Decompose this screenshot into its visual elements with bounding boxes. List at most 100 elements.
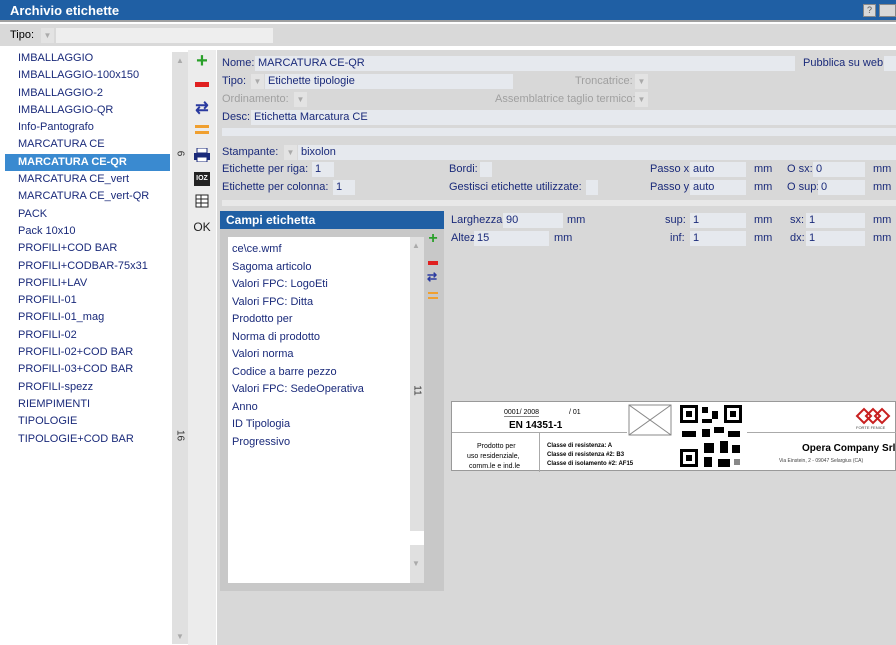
tipo-filter-input[interactable] bbox=[56, 28, 273, 43]
label-list: IMBALLAGGIO IMBALLAGGIO-100x150 IMBALLAGGI… bbox=[5, 50, 170, 448]
preview-prodotto-1: Prodotto per bbox=[477, 443, 516, 450]
preview-suffix: / 01 bbox=[569, 409, 581, 416]
list-item[interactable]: PROFILI+CODBAR-75x31 bbox=[5, 258, 170, 275]
scroll-down-arrow[interactable]: ▼ bbox=[173, 630, 187, 644]
list-item[interactable]: MARCATURA CE_vert-QR bbox=[5, 188, 170, 205]
print-icon[interactable] bbox=[193, 147, 211, 166]
list-item[interactable]: PROFILI-01_mag bbox=[5, 309, 170, 326]
list-item[interactable]: PROFILI-02+COD BAR bbox=[5, 344, 170, 361]
list-item[interactable]: PROFILI-01 bbox=[5, 292, 170, 309]
nome-field[interactable]: MARCATURA CE-QR bbox=[255, 56, 795, 71]
passo-x-field[interactable]: auto bbox=[690, 162, 746, 177]
ordinamento-dropdown-arrow[interactable]: ▼ bbox=[294, 92, 307, 107]
sx-unit: mm bbox=[873, 214, 892, 226]
campi-item[interactable]: Anno bbox=[232, 401, 258, 413]
campi-item[interactable]: Codice a barre pezzo bbox=[232, 366, 337, 378]
tipo-filter-dropdown-arrow[interactable]: ▼ bbox=[41, 28, 54, 43]
per-riga-field[interactable]: 1 bbox=[312, 162, 334, 177]
sagoma-image bbox=[628, 404, 672, 436]
zoom-icon[interactable]: IOZ bbox=[194, 172, 210, 186]
campi-item[interactable]: ce\ce.wmf bbox=[232, 243, 282, 255]
list-item[interactable]: Info-Pantografo bbox=[5, 119, 170, 136]
list-item[interactable]: MARCATURA CE-QR bbox=[5, 153, 170, 172]
list-item[interactable]: TIPOLOGIE+COD BAR bbox=[5, 431, 170, 448]
campi-add-icon[interactable]: + bbox=[426, 231, 440, 247]
altezza-unit: mm bbox=[554, 232, 573, 244]
list-item[interactable]: PROFILI-02 bbox=[5, 327, 170, 344]
troncatrice-dropdown-arrow[interactable]: ▼ bbox=[635, 74, 648, 89]
pubblica-checkbox[interactable] bbox=[884, 56, 896, 71]
list-item[interactable]: PROFILI+COD BAR bbox=[5, 240, 170, 257]
campi-scroll-down[interactable]: ▼ bbox=[412, 559, 420, 568]
per-colonna-field[interactable]: 1 bbox=[333, 180, 355, 195]
desc-field[interactable]: Etichetta Marcatura CE bbox=[251, 110, 896, 125]
window-title: Archivio etichette bbox=[10, 3, 120, 18]
campi-item[interactable]: Valori FPC: Ditta bbox=[232, 296, 313, 308]
list-scrollbar[interactable]: ▲ 6 16 ▼ bbox=[172, 52, 188, 644]
bordi-checkbox[interactable] bbox=[480, 162, 492, 177]
dx-field[interactable]: 1 bbox=[806, 231, 865, 246]
preview-classe-2: Classe di resistenza #2: B3 bbox=[547, 452, 625, 458]
list-item[interactable]: MARCATURA CE_vert bbox=[5, 171, 170, 188]
list-item[interactable]: IMBALLAGGIO-2 bbox=[5, 85, 170, 102]
list-item[interactable]: TIPOLOGIE bbox=[5, 413, 170, 430]
passo-y-label: Passo y: bbox=[650, 181, 693, 193]
campi-scroll-up[interactable]: ▲ bbox=[412, 241, 420, 250]
list-item[interactable]: IMBALLAGGIO-100x150 bbox=[5, 67, 170, 84]
list-item[interactable]: IMBALLAGGIO bbox=[5, 50, 170, 67]
campi-swap-icon[interactable]: ⇄ bbox=[427, 270, 437, 284]
campi-item[interactable]: Progressivo bbox=[232, 436, 290, 448]
inf-field[interactable]: 1 bbox=[690, 231, 746, 246]
list-item[interactable]: Pack 10x10 bbox=[5, 223, 170, 240]
ok-button[interactable]: OK bbox=[192, 220, 212, 236]
tipo-dropdown-arrow[interactable]: ▼ bbox=[251, 74, 264, 89]
sx-field[interactable]: 1 bbox=[806, 213, 865, 228]
list-item[interactable]: RIEMPIMENTI bbox=[5, 396, 170, 413]
campi-item[interactable]: Prodotto per bbox=[232, 313, 293, 325]
passo-y-field[interactable]: auto bbox=[690, 180, 746, 195]
larghezza-field[interactable]: 90 bbox=[503, 213, 563, 228]
campi-item[interactable]: Norma di prodotto bbox=[232, 331, 320, 343]
campi-scroll-thumb[interactable] bbox=[410, 531, 424, 545]
altezza-field[interactable]: 15 bbox=[474, 231, 549, 246]
preview-prodotto-2: uso residenziale, bbox=[467, 453, 520, 460]
osx-label: O sx: bbox=[787, 163, 813, 175]
campi-scrollbar[interactable]: ▲ 11 ▼ bbox=[410, 237, 424, 583]
sup-field[interactable]: 1 bbox=[690, 213, 746, 228]
add-icon[interactable]: + bbox=[193, 51, 211, 71]
label-preview: 0001/ 2008 / 01 EN 14351-1 Prodotto per … bbox=[451, 401, 896, 472]
help-button[interactable]: ? bbox=[863, 4, 876, 17]
remove-icon[interactable] bbox=[193, 76, 211, 94]
stampante-dropdown-arrow[interactable]: ▼ bbox=[284, 145, 297, 160]
grid-icon[interactable] bbox=[193, 194, 211, 212]
list-item[interactable]: PROFILI-03+COD BAR bbox=[5, 361, 170, 378]
close-button[interactable] bbox=[879, 4, 896, 17]
stampante-field[interactable]: bixolon bbox=[298, 145, 896, 160]
list-item[interactable]: PROFILI-spezz bbox=[5, 379, 170, 396]
osx-field[interactable]: 0 bbox=[813, 162, 865, 177]
list-item[interactable]: PROFILI+LAV bbox=[5, 275, 170, 292]
osup-field[interactable]: 0 bbox=[818, 180, 865, 195]
gestisci-checkbox[interactable] bbox=[586, 180, 598, 195]
assemblatrice-label: Assemblatrice taglio termico: bbox=[495, 93, 636, 105]
list-item[interactable]: MARCATURA CE bbox=[5, 136, 170, 153]
campi-remove-icon[interactable] bbox=[428, 256, 438, 268]
list-item[interactable]: PACK bbox=[5, 206, 170, 223]
edit-icon[interactable] bbox=[193, 124, 211, 142]
scroll-up-arrow[interactable]: ▲ bbox=[173, 54, 187, 68]
campi-item[interactable]: Valori FPC: LogoEti bbox=[232, 278, 328, 290]
campi-item[interactable]: Sagoma articolo bbox=[232, 261, 312, 273]
desc-extra-field[interactable] bbox=[222, 128, 896, 136]
inf-unit: mm bbox=[754, 232, 773, 244]
list-item[interactable]: IMBALLAGGIO-QR bbox=[5, 102, 170, 119]
campi-item[interactable]: ID Tipologia bbox=[232, 418, 290, 430]
per-riga-label: Etichette per riga: bbox=[222, 163, 309, 175]
swap-icon[interactable]: ⇄ bbox=[193, 100, 211, 118]
campi-item[interactable]: Valori FPC: SedeOperativa bbox=[232, 383, 364, 395]
tipo-field[interactable]: Etichette tipologie bbox=[265, 74, 513, 89]
assemblatrice-dropdown-arrow[interactable]: ▼ bbox=[635, 92, 648, 107]
campi-item[interactable]: Valori norma bbox=[232, 348, 294, 360]
desc-label: Desc: bbox=[222, 111, 251, 123]
campi-title: Campi etichetta bbox=[220, 211, 444, 229]
campi-edit-icon[interactable] bbox=[428, 291, 438, 304]
